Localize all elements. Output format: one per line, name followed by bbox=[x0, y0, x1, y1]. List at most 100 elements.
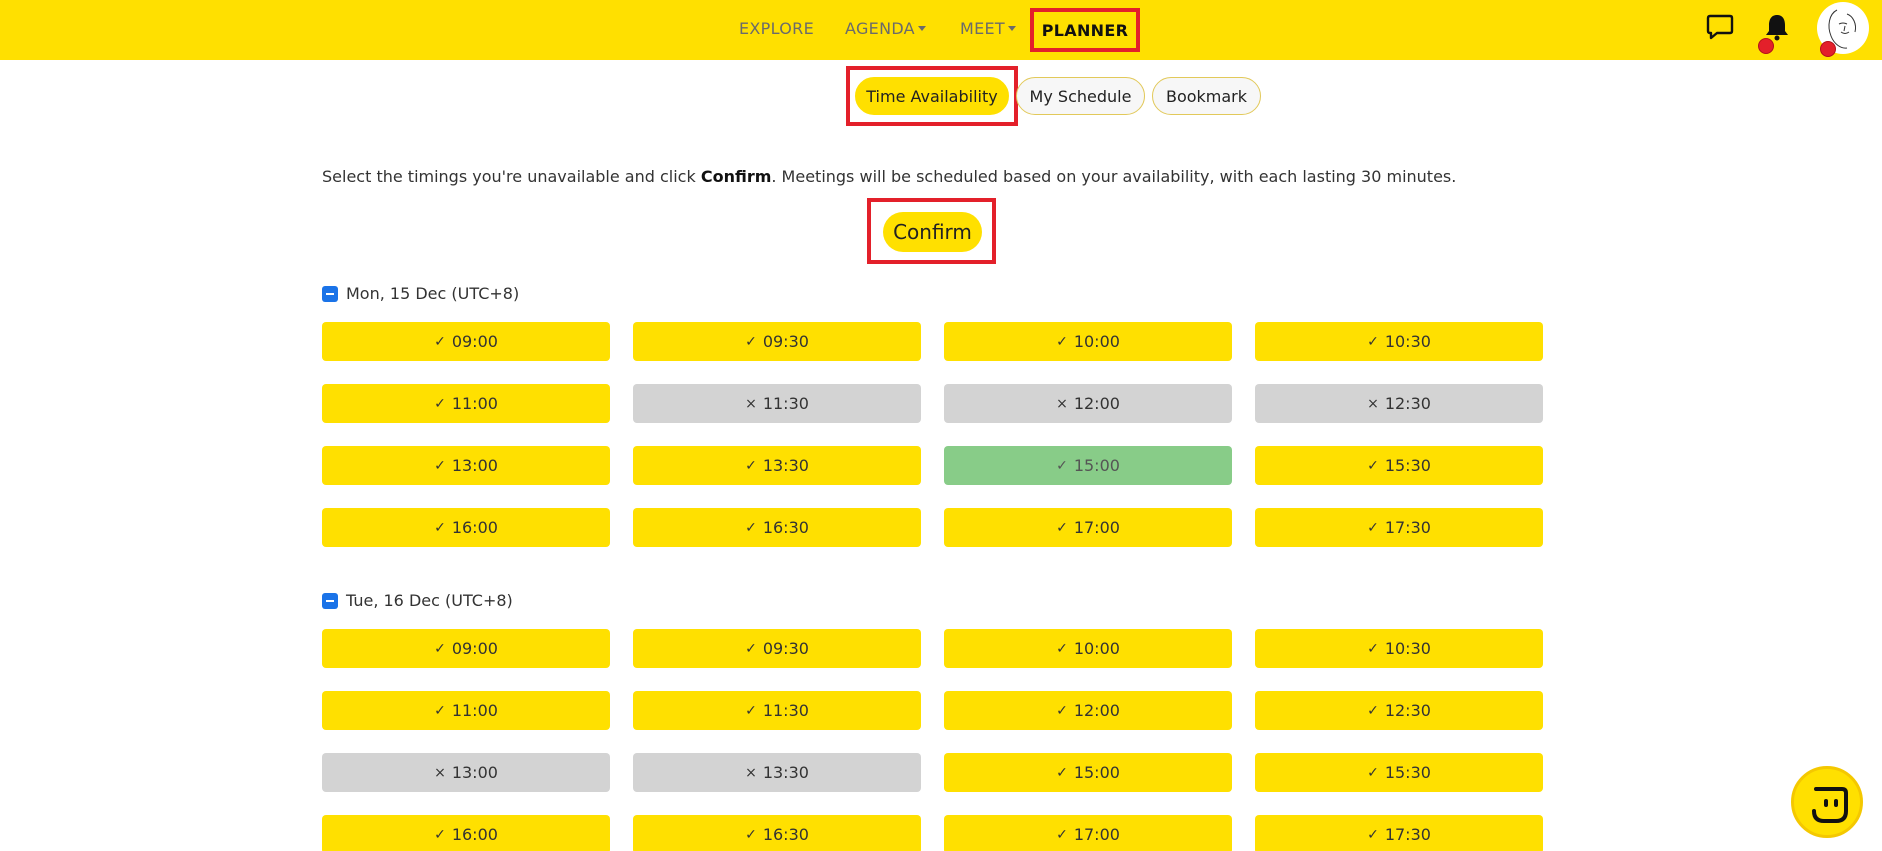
check-icon: ✓ bbox=[1056, 519, 1068, 536]
time-slot-button[interactable]: ✓ 09:30 bbox=[633, 322, 921, 361]
time-slot-button[interactable]: ✓ 11:00 bbox=[322, 691, 610, 730]
tab-time-availability[interactable]: Time Availability bbox=[855, 77, 1009, 115]
check-icon: ✓ bbox=[1056, 702, 1068, 719]
time-slot-label: 17:30 bbox=[1384, 518, 1431, 537]
instructions-text: Select the timings you're unavailable an… bbox=[322, 167, 1456, 186]
time-slot-button[interactable]: ✓ 17:00 bbox=[944, 508, 1232, 547]
nav-agenda-dropdown[interactable]: AGENDA bbox=[845, 19, 926, 38]
time-slot-button[interactable]: × 12:30 bbox=[1255, 384, 1543, 423]
time-slot-label: 09:30 bbox=[762, 639, 809, 658]
check-icon: ✓ bbox=[434, 826, 446, 843]
time-slot-button[interactable]: ✓ 12:00 bbox=[944, 691, 1232, 730]
time-slot-button[interactable]: ✓ 16:30 bbox=[633, 815, 921, 851]
time-slot-button[interactable]: × 13:30 bbox=[633, 753, 921, 792]
check-icon: ✓ bbox=[1367, 519, 1379, 536]
time-slot-button[interactable]: ✓ 16:30 bbox=[633, 508, 921, 547]
time-slot-button[interactable]: ✓ 13:00 bbox=[322, 446, 610, 485]
check-icon: ✓ bbox=[745, 640, 757, 657]
time-slot-button[interactable]: ✓ 16:00 bbox=[322, 508, 610, 547]
time-slot-button[interactable]: ✓ 17:00 bbox=[944, 815, 1232, 851]
time-slot-label: 17:30 bbox=[1384, 825, 1431, 844]
check-icon: ✓ bbox=[1056, 764, 1068, 781]
check-icon: ✓ bbox=[1367, 640, 1379, 657]
time-slot-label: 12:00 bbox=[1073, 701, 1120, 720]
time-slot-button[interactable]: ✓ 11:00 bbox=[322, 384, 610, 423]
check-icon: ✓ bbox=[1056, 826, 1068, 843]
day-label: Mon, 15 Dec (UTC+8) bbox=[346, 284, 520, 303]
check-icon: ✓ bbox=[1367, 764, 1379, 781]
main-nav: EXPLORE AGENDA MEET PLANNER bbox=[0, 0, 1882, 60]
time-slot-button[interactable]: ✓ 17:30 bbox=[1255, 508, 1543, 547]
tab-bookmark[interactable]: Bookmark bbox=[1152, 77, 1261, 115]
time-slot-label: 11:30 bbox=[762, 701, 809, 720]
time-slot-label: 13:30 bbox=[762, 763, 809, 782]
check-icon: ✓ bbox=[1056, 640, 1068, 657]
check-icon: ✓ bbox=[745, 519, 757, 536]
check-icon: ✓ bbox=[745, 826, 757, 843]
time-slot-button[interactable]: × 12:00 bbox=[944, 384, 1232, 423]
time-slot-label: 09:00 bbox=[451, 332, 498, 351]
time-slot-button[interactable]: × 13:00 bbox=[322, 753, 610, 792]
check-icon: ✓ bbox=[1367, 702, 1379, 719]
time-slot-label: 12:00 bbox=[1073, 394, 1120, 413]
confirm-button[interactable]: Confirm bbox=[883, 212, 982, 252]
time-slot-label: 09:30 bbox=[762, 332, 809, 351]
assistant-button[interactable] bbox=[1791, 766, 1863, 838]
tab-my-schedule[interactable]: My Schedule bbox=[1016, 77, 1145, 115]
time-slot-button[interactable]: ✓ 15:30 bbox=[1255, 753, 1543, 792]
time-slot-label: 17:00 bbox=[1073, 518, 1120, 537]
time-slot-button[interactable]: ✓ 17:30 bbox=[1255, 815, 1543, 851]
day-select-checkbox[interactable] bbox=[322, 285, 338, 302]
time-slot-button[interactable]: ✓ 10:30 bbox=[1255, 322, 1543, 361]
caret-down-icon bbox=[917, 25, 926, 31]
time-slot-button[interactable]: ✓ 10:00 bbox=[944, 629, 1232, 668]
time-slot-label: 12:30 bbox=[1384, 701, 1431, 720]
nav-agenda-label: AGENDA bbox=[845, 19, 915, 38]
instructions-bold: Confirm bbox=[700, 167, 772, 186]
time-slot-button[interactable]: ✓ 16:00 bbox=[322, 815, 610, 851]
cross-icon: × bbox=[745, 395, 757, 412]
day-label: Tue, 16 Dec (UTC+8) bbox=[346, 591, 513, 610]
check-icon: ✓ bbox=[434, 457, 446, 474]
time-slot-label: 16:30 bbox=[762, 518, 809, 537]
check-icon: ✓ bbox=[434, 333, 446, 350]
time-slot-label: 12:30 bbox=[1384, 394, 1431, 413]
day-select-checkbox[interactable] bbox=[322, 592, 338, 609]
check-icon: ✓ bbox=[745, 333, 757, 350]
notification-badge bbox=[1758, 38, 1774, 54]
time-slot-label: 16:00 bbox=[451, 825, 498, 844]
cross-icon: × bbox=[745, 764, 757, 781]
time-slot-label: 17:00 bbox=[1073, 825, 1120, 844]
check-icon: ✓ bbox=[434, 702, 446, 719]
time-slot-button[interactable]: ✓ 13:30 bbox=[633, 446, 921, 485]
time-slot-button[interactable]: ✓ 10:00 bbox=[944, 322, 1232, 361]
time-slot-label: 16:00 bbox=[451, 518, 498, 537]
time-slot-button[interactable]: ✓ 15:30 bbox=[1255, 446, 1543, 485]
nav-explore[interactable]: EXPLORE bbox=[739, 19, 814, 38]
time-slot-label: 13:00 bbox=[451, 763, 498, 782]
time-slot-button[interactable]: ✓ 09:30 bbox=[633, 629, 921, 668]
time-slot-button[interactable]: ✓ 15:00 bbox=[944, 753, 1232, 792]
assistant-icon bbox=[1812, 787, 1848, 823]
nav-meet-label: MEET bbox=[960, 19, 1005, 38]
cross-icon: × bbox=[1056, 395, 1068, 412]
day-header: Mon, 15 Dec (UTC+8) bbox=[322, 284, 519, 303]
nav-meet-dropdown[interactable]: MEET bbox=[960, 19, 1016, 38]
time-slot-button[interactable]: ✓ 12:30 bbox=[1255, 691, 1543, 730]
chat-bubble-icon[interactable] bbox=[1706, 13, 1734, 41]
time-slot-button[interactable]: ✓ 09:00 bbox=[322, 322, 610, 361]
check-icon: ✓ bbox=[434, 519, 446, 536]
nav-planner[interactable]: PLANNER bbox=[1030, 8, 1140, 52]
check-icon: ✓ bbox=[745, 457, 757, 474]
time-slot-button[interactable]: × 11:30 bbox=[633, 384, 921, 423]
time-slot-button[interactable]: ✓ 11:30 bbox=[633, 691, 921, 730]
time-slot-button[interactable]: ✓ 15:00 bbox=[944, 446, 1232, 485]
time-slot-button[interactable]: ✓ 09:00 bbox=[322, 629, 610, 668]
time-slot-label: 11:00 bbox=[451, 394, 498, 413]
check-icon: ✓ bbox=[1056, 457, 1068, 474]
time-slot-label: 11:00 bbox=[451, 701, 498, 720]
time-slot-label: 10:00 bbox=[1073, 639, 1120, 658]
time-slot-button[interactable]: ✓ 10:30 bbox=[1255, 629, 1543, 668]
check-icon: ✓ bbox=[1367, 826, 1379, 843]
time-slot-label: 16:30 bbox=[762, 825, 809, 844]
